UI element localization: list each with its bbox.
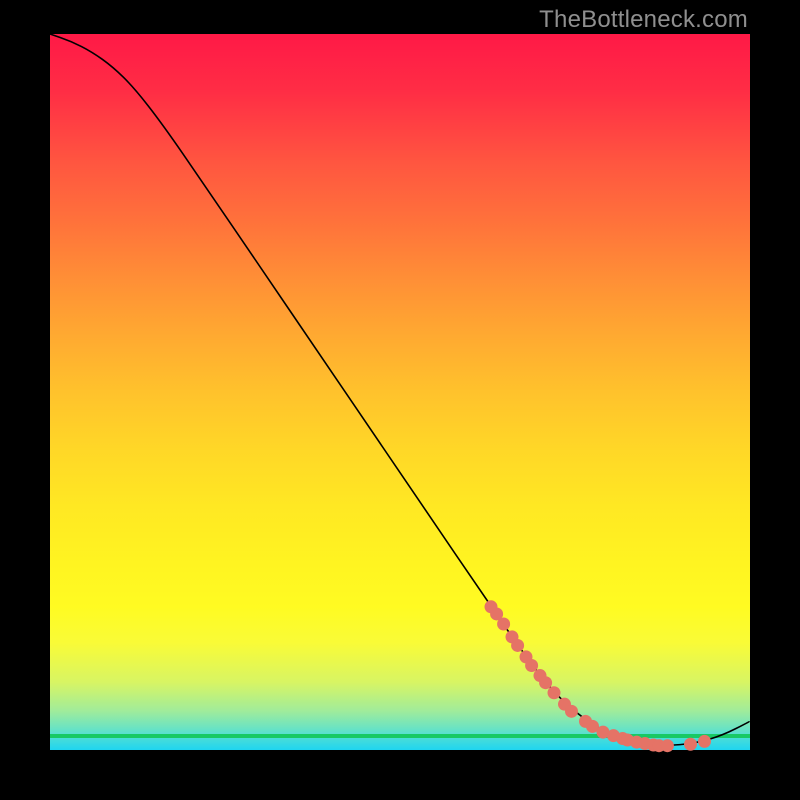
plot-area xyxy=(50,34,750,750)
data-point xyxy=(539,676,552,689)
data-points-group xyxy=(485,600,712,752)
bottleneck-curve xyxy=(50,34,750,745)
data-point xyxy=(684,738,697,751)
data-point xyxy=(661,739,674,752)
data-point xyxy=(497,617,510,630)
chart-root: TheBottleneck.com xyxy=(0,0,800,800)
data-point xyxy=(525,659,538,672)
data-point xyxy=(698,735,711,748)
data-point xyxy=(548,686,561,699)
watermark-label: TheBottleneck.com xyxy=(539,6,748,34)
data-point xyxy=(511,639,524,652)
data-point xyxy=(565,705,578,718)
chart-overlay xyxy=(50,34,750,750)
